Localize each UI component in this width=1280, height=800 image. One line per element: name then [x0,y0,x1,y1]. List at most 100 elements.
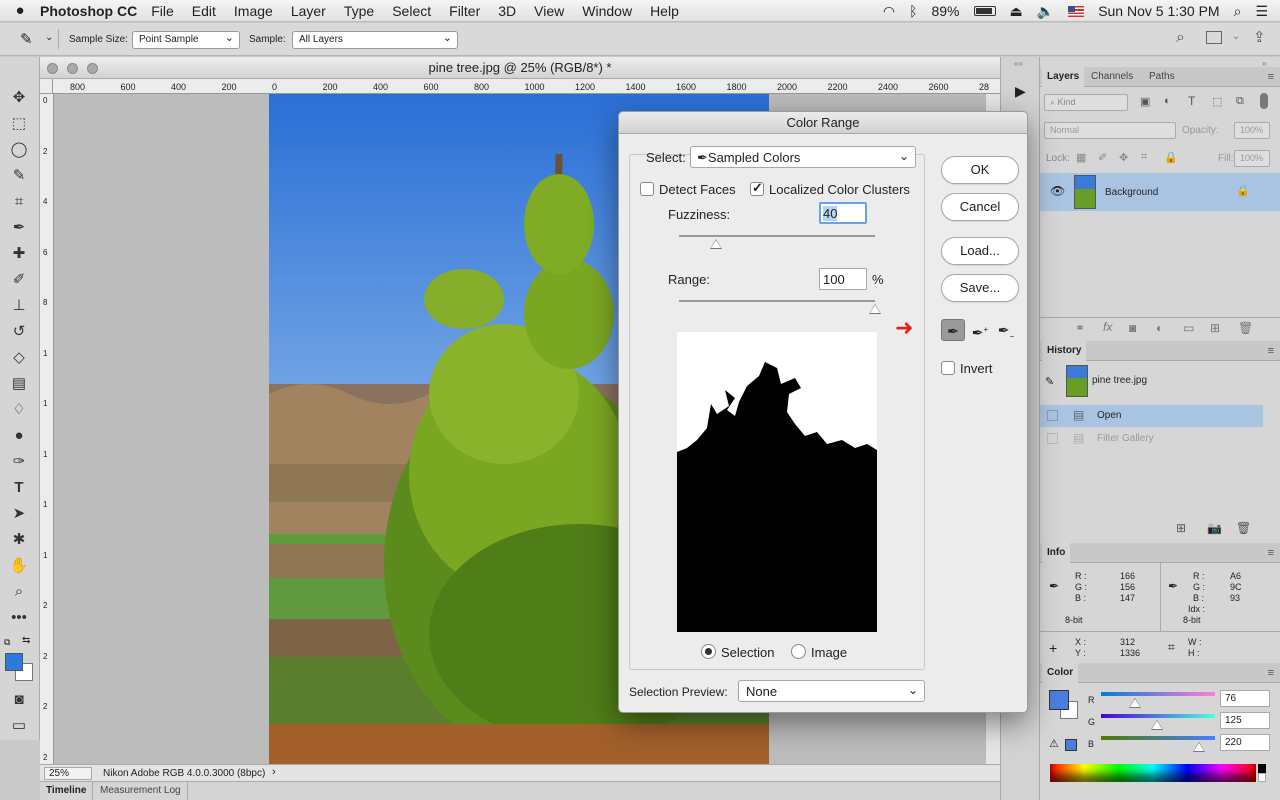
tab-measurement-log[interactable]: Measurement Log [94,782,188,800]
lock-transparent-icon[interactable]: ▦ [1076,151,1086,164]
selection-preview[interactable] [677,332,877,632]
actions-panel-icon[interactable]: ▶ [1015,83,1026,100]
subtract-from-sample-eyedropper-icon[interactable]: ✒− [994,319,1018,341]
fuzziness-slider[interactable] [679,235,875,237]
spotlight-icon[interactable]: ⌕ [1234,3,1242,20]
selection-radio[interactable] [701,644,716,659]
load-button[interactable]: Load... [941,237,1019,265]
add-to-sample-eyedropper-icon[interactable]: ✒+ [968,319,992,341]
foreground-color-swatch[interactable] [5,653,23,671]
tab-paths[interactable]: Paths [1144,67,1180,87]
clock[interactable]: Sun Nov 5 1:30 PM [1098,3,1219,19]
filter-type-icon[interactable]: T [1188,94,1195,108]
brush-tool-icon[interactable]: ✐ [8,269,30,291]
search-icon[interactable]: ⌕ [1176,29,1185,47]
link-layers-icon[interactable]: ⚭ [1075,321,1085,335]
app-name[interactable]: Photoshop CC [40,3,137,19]
history-snapshot-row[interactable]: ✎ pine tree.jpg [1040,363,1280,399]
pen-tool-icon[interactable]: ✑ [8,451,30,473]
bluetooth-icon[interactable]: ᛒ [909,3,917,19]
localized-clusters-label[interactable]: Localized Color Clusters [769,182,910,197]
vertical-ruler[interactable]: 0 2 4 6 8 1 1 1 1 1 2 2 2 2 [40,94,54,764]
filter-shape-icon[interactable]: ⬚ [1212,95,1222,108]
share-icon[interactable]: ⇪ [1253,28,1266,46]
zoom-tool-icon[interactable]: ⌕ [8,581,30,603]
fuzziness-input[interactable]: 40 [819,202,867,224]
visibility-eye-icon[interactable]: 👁 [1050,184,1065,198]
menu-window[interactable]: Window [582,3,632,19]
range-input[interactable]: 100 [819,268,867,290]
menu-edit[interactable]: Edit [192,3,216,19]
color-fg-swatch[interactable] [1049,690,1069,710]
horizontal-ruler[interactable]: 800 600 400 200 0 200 400 600 800 1000 1200 1400 160… [40,79,1000,94]
image-radio-label[interactable]: Image [811,645,847,660]
close-window-button[interactable] [47,63,58,74]
gradient-tool-icon[interactable]: ▤ [8,373,30,395]
red-slider[interactable] [1101,692,1215,696]
wifi-icon[interactable]: ◠ [883,3,895,20]
type-tool-icon[interactable]: T [8,477,30,499]
menu-layer[interactable]: Layer [291,3,326,19]
notification-center-icon[interactable]: ☰ [1255,3,1268,20]
blend-mode-select[interactable]: Normal [1044,122,1176,139]
sample-select[interactable]: All Layers [292,31,458,49]
layer-name[interactable]: Background [1105,187,1158,198]
adjustment-layer-icon[interactable]: ◐ [1156,321,1163,335]
history-item-filter-gallery[interactable]: ▤ Filter Gallery [1040,428,1263,450]
volume-icon[interactable]: 🔈 [1037,3,1054,20]
tab-channels[interactable]: Channels [1086,67,1138,87]
detect-faces-label[interactable]: Detect Faces [659,182,736,197]
fuzziness-slider-thumb[interactable] [710,239,723,249]
out-of-gamut-warning-icon[interactable]: ⚠ [1049,737,1059,750]
filter-adjustment-icon[interactable]: ◐ [1164,95,1171,107]
lock-all-icon[interactable]: 🔒 [1164,151,1178,164]
workspace-icon[interactable] [1206,31,1222,44]
save-button[interactable]: Save... [941,274,1019,302]
filter-pixel-icon[interactable]: ▣ [1140,95,1150,108]
black-swatch[interactable] [1258,764,1266,773]
ruler-origin[interactable] [42,79,53,93]
sample-point-icon[interactable]: ✒ [1168,579,1178,593]
filter-smart-object-icon[interactable]: ⧉ [1236,95,1244,108]
new-layer-icon[interactable]: ⊞ [1210,321,1220,335]
eraser-tool-icon[interactable]: ◇ [8,347,30,369]
blue-slider[interactable] [1101,736,1215,740]
screen-mode-icon[interactable]: ▭ [8,715,30,737]
tab-layers[interactable]: Layers [1042,67,1085,87]
lock-position-icon[interactable]: ✥ [1119,151,1128,164]
dodge-tool-icon[interactable]: ● [8,425,30,447]
range-slider-thumb[interactable] [869,304,881,314]
tab-info[interactable]: Info [1042,543,1071,563]
menu-type[interactable]: Type [344,3,374,19]
eject-icon[interactable]: ⏏ [1010,3,1023,20]
chevron-down-icon[interactable]: ⌄ [45,32,53,43]
status-menu-arrow-icon[interactable]: › [272,766,276,778]
detect-faces-checkbox[interactable] [640,182,654,196]
lock-pixels-icon[interactable]: ✐ [1098,151,1107,164]
hand-tool-icon[interactable]: ✋ [8,555,30,577]
more-tools-icon[interactable]: ••• [8,607,30,629]
move-tool-icon[interactable]: ✥ [8,87,30,109]
filter-toggle[interactable] [1260,93,1268,109]
opacity-field[interactable]: 100% [1234,122,1270,139]
lasso-tool-icon[interactable]: ◯ [8,139,30,161]
delete-state-icon[interactable]: 🗑 [1236,521,1251,535]
eyedropper-button[interactable]: ✒ [941,319,965,341]
swap-colors-icon[interactable]: ⇆ [22,635,30,646]
white-swatch[interactable] [1258,773,1266,782]
localized-clusters-checkbox[interactable] [750,180,764,196]
panel-menu-icon[interactable]: ≡ [1268,345,1274,357]
ok-button[interactable]: OK [941,156,1019,184]
apple-icon[interactable]: ● [0,2,40,19]
tab-timeline[interactable]: Timeline [40,782,94,800]
blur-tool-icon[interactable]: ♢ [8,399,30,421]
color-g-field[interactable]: 125 [1220,712,1270,729]
history-checkbox[interactable] [1047,410,1058,421]
new-document-from-state-icon[interactable]: ⊞ [1176,521,1186,535]
color-r-field[interactable]: 76 [1220,690,1270,707]
shape-tool-icon[interactable]: ✱ [8,529,30,551]
crop-tool-icon[interactable]: ⌗ [8,191,30,213]
default-colors-icon[interactable]: ⧉ [4,637,10,648]
battery-percent[interactable]: 89% [931,3,959,19]
panel-menu-icon[interactable]: ≡ [1268,71,1274,83]
